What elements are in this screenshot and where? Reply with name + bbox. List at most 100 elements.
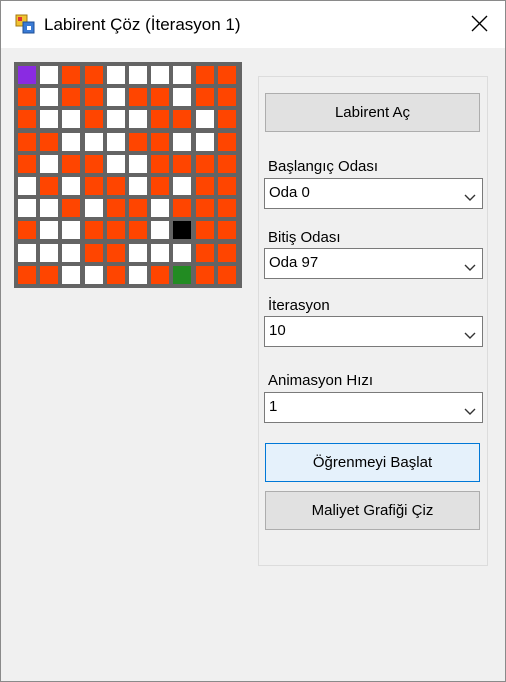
maze-cell-wall xyxy=(196,199,214,217)
maze-cell-open xyxy=(62,244,80,262)
maze-cell-open xyxy=(40,221,58,239)
draw-cost-chart-button-label: Maliyet Grafiği Çiz xyxy=(311,502,434,519)
animation-speed-value: 1 xyxy=(269,398,278,415)
draw-cost-chart-button[interactable]: Maliyet Grafiği Çiz xyxy=(265,491,480,530)
maze-cell-wall xyxy=(151,177,169,195)
maze-cell-wall xyxy=(107,199,125,217)
maze-cell-wall xyxy=(151,133,169,151)
maze-cell-open xyxy=(62,110,80,128)
maze-cell-wall xyxy=(218,133,236,151)
maze-cell-wall xyxy=(196,244,214,262)
maze-cell-wall xyxy=(218,244,236,262)
maze-cell-wall xyxy=(85,66,103,84)
maze-cell-wall xyxy=(62,66,80,84)
maze-cell-open xyxy=(173,133,191,151)
maze-cell-wall xyxy=(129,88,147,106)
maze-cell-wall xyxy=(196,155,214,173)
end-room-label: Bitiş Odası xyxy=(268,229,341,246)
maze-cell-wall xyxy=(85,221,103,239)
end-room-value: Oda 97 xyxy=(269,254,319,271)
maze-cell-open xyxy=(129,66,147,84)
maze-cell-open xyxy=(129,177,147,195)
main-window: Labirent Çöz (İterasyon 1) Labirent Aç B… xyxy=(0,0,506,682)
maze-cell-open xyxy=(62,221,80,239)
title-bar: Labirent Çöz (İterasyon 1) xyxy=(1,1,505,48)
maze-cell-wall xyxy=(85,110,103,128)
maze-cell-wall xyxy=(151,110,169,128)
iteration-value: 10 xyxy=(269,322,286,339)
maze-cell-wall xyxy=(107,266,125,284)
maze-cell-open xyxy=(62,266,80,284)
maze-cell-wall xyxy=(196,221,214,239)
open-maze-button[interactable]: Labirent Aç xyxy=(265,93,480,132)
maze-cell-open xyxy=(129,155,147,173)
maze-cell-open xyxy=(40,199,58,217)
maze-cell-open xyxy=(107,133,125,151)
animation-speed-select[interactable]: 1 xyxy=(264,392,483,423)
maze-cell-open xyxy=(18,199,36,217)
maze-cell-wall xyxy=(173,199,191,217)
window-title: Labirent Çöz (İterasyon 1) xyxy=(44,15,241,34)
maze-cell-open xyxy=(85,133,103,151)
maze-cell-wall xyxy=(85,155,103,173)
start-room-value: Oda 0 xyxy=(269,184,310,201)
iteration-select[interactable]: 10 xyxy=(264,316,483,347)
maze-cell-wall xyxy=(40,177,58,195)
maze-cell-open xyxy=(18,177,36,195)
maze-cell-goal xyxy=(173,266,191,284)
maze-cell-wall xyxy=(85,244,103,262)
close-button[interactable] xyxy=(461,7,497,41)
maze-cell-wall xyxy=(196,66,214,84)
maze-cell-wall xyxy=(218,110,236,128)
maze-cell-open xyxy=(129,266,147,284)
maze-cell-wall xyxy=(62,199,80,217)
maze-cell-wall xyxy=(218,266,236,284)
maze-cell-open xyxy=(173,244,191,262)
maze-cell-open xyxy=(107,155,125,173)
start-room-label: Başlangıç Odası xyxy=(268,158,379,175)
maze-cell-wall xyxy=(196,88,214,106)
maze-cell-open xyxy=(40,155,58,173)
maze-app-icon xyxy=(15,14,35,34)
maze-cell-wall xyxy=(218,66,236,84)
maze-cell-open xyxy=(40,244,58,262)
start-learning-button-label: Öğrenmeyi Başlat xyxy=(312,454,433,471)
maze-cell-wall xyxy=(107,221,125,239)
maze-cell-open xyxy=(107,66,125,84)
chevron-down-icon xyxy=(464,189,476,201)
maze-cell-wall xyxy=(107,177,125,195)
maze-cell-wall xyxy=(18,221,36,239)
maze-cell-wall xyxy=(173,110,191,128)
open-maze-button-label: Labirent Aç xyxy=(334,104,411,121)
chevron-down-icon xyxy=(464,403,476,415)
start-room-select[interactable]: Oda 0 xyxy=(264,178,483,209)
maze-cell-wall xyxy=(18,155,36,173)
maze-cell-open xyxy=(62,177,80,195)
maze-cell-open xyxy=(85,266,103,284)
maze-cell-wall xyxy=(40,266,58,284)
maze-cell-open xyxy=(107,88,125,106)
maze-cell-open xyxy=(40,88,58,106)
close-icon xyxy=(461,7,497,41)
chevron-down-icon xyxy=(464,327,476,339)
maze-cell-open xyxy=(85,199,103,217)
maze-grid xyxy=(14,62,242,288)
maze-cell-wall xyxy=(85,177,103,195)
maze-cell-wall xyxy=(218,155,236,173)
end-room-select[interactable]: Oda 97 xyxy=(264,248,483,279)
maze-cell-wall xyxy=(196,266,214,284)
maze-cell-open xyxy=(40,110,58,128)
maze-cell-wall xyxy=(218,199,236,217)
maze-cell-open xyxy=(173,66,191,84)
maze-cell-wall xyxy=(151,155,169,173)
maze-cell-wall xyxy=(151,88,169,106)
maze-cell-wall xyxy=(129,221,147,239)
maze-cell-open xyxy=(62,133,80,151)
maze-cell-wall xyxy=(62,88,80,106)
maze-cell-open xyxy=(107,110,125,128)
maze-cell-wall xyxy=(62,155,80,173)
maze-cell-wall xyxy=(129,133,147,151)
start-learning-button[interactable]: Öğrenmeyi Başlat xyxy=(265,443,480,482)
maze-cell-wall xyxy=(151,266,169,284)
maze-cell-open xyxy=(151,66,169,84)
